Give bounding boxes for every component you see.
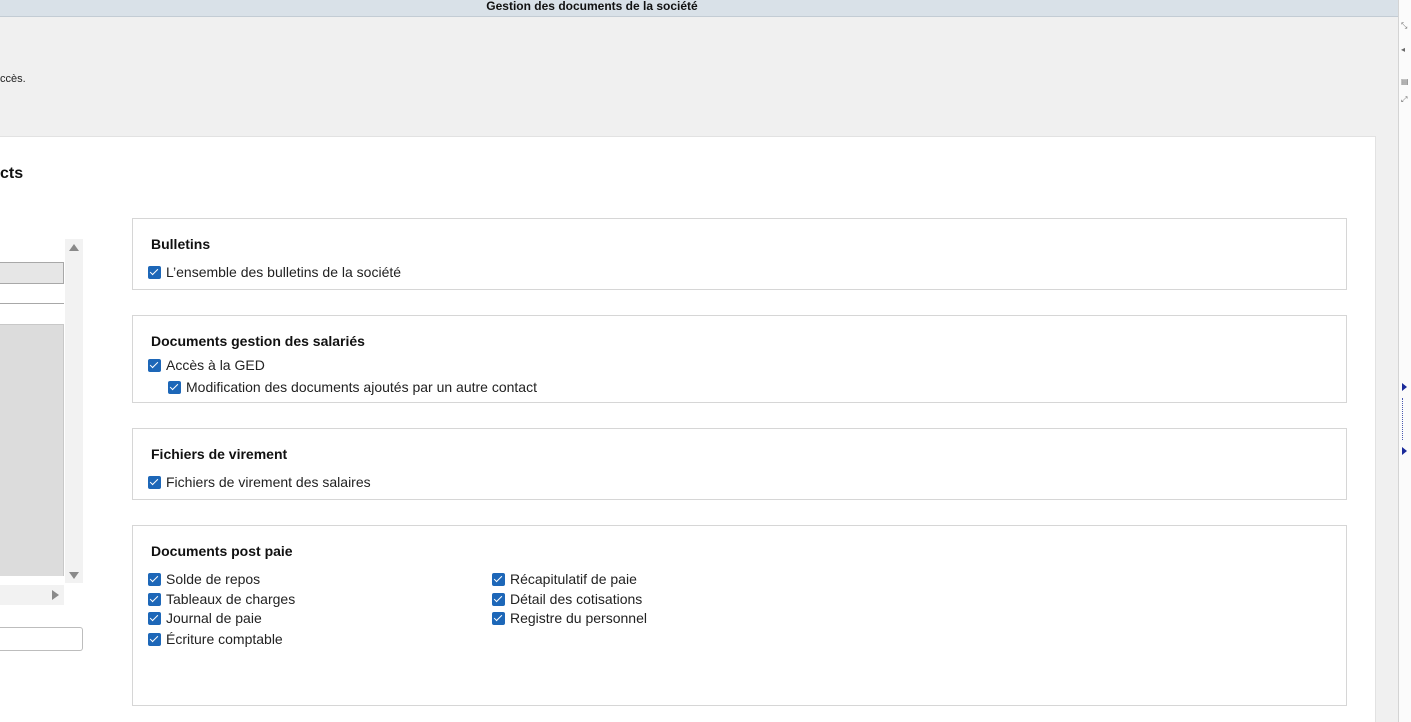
- checkbox-row-recapitulatif-paie[interactable]: Récapitulatif de paie: [492, 571, 637, 587]
- section-salaries: Documents gestion des salariés Accès à l…: [132, 315, 1347, 403]
- splitter-arrow-bottom-icon[interactable]: [1402, 447, 1407, 455]
- checkbox-checked[interactable]: [148, 632, 161, 646]
- checkbox-label: Tableaux de charges: [166, 591, 296, 607]
- expand-icon[interactable]: ⤢: [1401, 96, 1407, 104]
- checkbox-label: Écriture comptable: [166, 631, 283, 647]
- checkbox-row-modification-documents[interactable]: Modification des documents ajoutés par u…: [168, 379, 537, 395]
- checkbox-label: Solde de repos: [166, 571, 261, 587]
- section-title: Bulletins: [151, 236, 211, 252]
- checkbox-row-journal-paie[interactable]: Journal de paie: [148, 610, 262, 626]
- splitter-handle[interactable]: [1402, 398, 1404, 440]
- intro-text: ccès.: [0, 73, 26, 85]
- panel-heading: cts: [0, 165, 24, 182]
- section-title: Documents post paie: [151, 543, 293, 559]
- list-divider: [0, 303, 64, 304]
- checkbox-checked[interactable]: [148, 475, 161, 489]
- checkbox-checked[interactable]: [168, 380, 181, 394]
- checkbox-row-virement-salaires[interactable]: Fichiers de virement des salaires: [148, 474, 371, 490]
- checkbox-label: Accès à la GED: [166, 357, 265, 373]
- checkbox-label: Modification des documents ajoutés par u…: [186, 379, 537, 395]
- checkbox-checked[interactable]: [148, 592, 161, 606]
- section-post-paie: Documents post paie Solde de repos Table…: [132, 525, 1347, 706]
- checkbox-row-registre-personnel[interactable]: Registre du personnel: [492, 610, 647, 626]
- checkbox-checked[interactable]: [148, 572, 161, 586]
- window-titlebar: Gestion des documents de la société: [0, 0, 1398, 17]
- checkbox-row-ecriture-comptable[interactable]: Écriture comptable: [148, 631, 283, 647]
- checkbox-checked[interactable]: [492, 611, 505, 625]
- checkbox-checked[interactable]: [492, 592, 505, 606]
- list-empty-area: [0, 324, 64, 576]
- checkbox-row-detail-cotisations[interactable]: Détail des cotisations: [492, 591, 642, 607]
- window-title: Gestion des documents de la société: [486, 0, 698, 13]
- checkbox-label: Registre du personnel: [510, 610, 647, 626]
- section-title: Fichiers de virement: [151, 446, 288, 462]
- checkbox-checked[interactable]: [148, 265, 161, 279]
- scroll-up-icon[interactable]: [69, 244, 79, 251]
- checkbox-row-solde-repos[interactable]: Solde de repos: [148, 571, 260, 587]
- checkbox-checked[interactable]: [148, 611, 161, 625]
- checkbox-label: Détail des cotisations: [510, 591, 643, 607]
- section-title: Documents gestion des salariés: [151, 333, 365, 349]
- contacts-list[interactable]: [0, 239, 83, 605]
- resize-icon[interactable]: ⤡: [1401, 22, 1407, 30]
- section-virement: Fichiers de virement Fichiers de viremen…: [132, 428, 1347, 500]
- checkbox-row-bulletins-all[interactable]: L’ensemble des bulletins de la société: [148, 264, 401, 280]
- section-bulletins: Bulletins L’ensemble des bulletins de la…: [132, 218, 1347, 290]
- list-item-selected[interactable]: [0, 262, 64, 284]
- scroll-down-icon[interactable]: [69, 572, 79, 579]
- checkbox-row-tableaux-charges[interactable]: Tableaux de charges: [148, 591, 295, 607]
- arrow-left-icon[interactable]: ◂: [1401, 46, 1405, 54]
- contact-input[interactable]: [0, 627, 83, 651]
- right-edge-toolbar: ⤡ ◂ ▤ ⤢: [1398, 0, 1411, 722]
- checkbox-label: Fichiers de virement des salaires: [166, 474, 371, 490]
- checkbox-label: L’ensemble des bulletins de la société: [166, 264, 402, 280]
- checkbox-label: Récapitulatif de paie: [510, 571, 637, 587]
- checkbox-checked[interactable]: [148, 358, 161, 372]
- scroll-right-icon[interactable]: [52, 590, 59, 600]
- splitter-arrow-top-icon[interactable]: [1402, 383, 1407, 391]
- checkbox-checked[interactable]: [492, 572, 505, 586]
- list-horizontal-scrollbar[interactable]: [0, 585, 64, 605]
- document-icon[interactable]: ▤: [1401, 78, 1409, 86]
- list-vertical-scrollbar[interactable]: [65, 239, 83, 583]
- checkbox-label: Journal de paie: [166, 610, 262, 626]
- checkbox-row-acces-ged[interactable]: Accès à la GED: [148, 357, 265, 373]
